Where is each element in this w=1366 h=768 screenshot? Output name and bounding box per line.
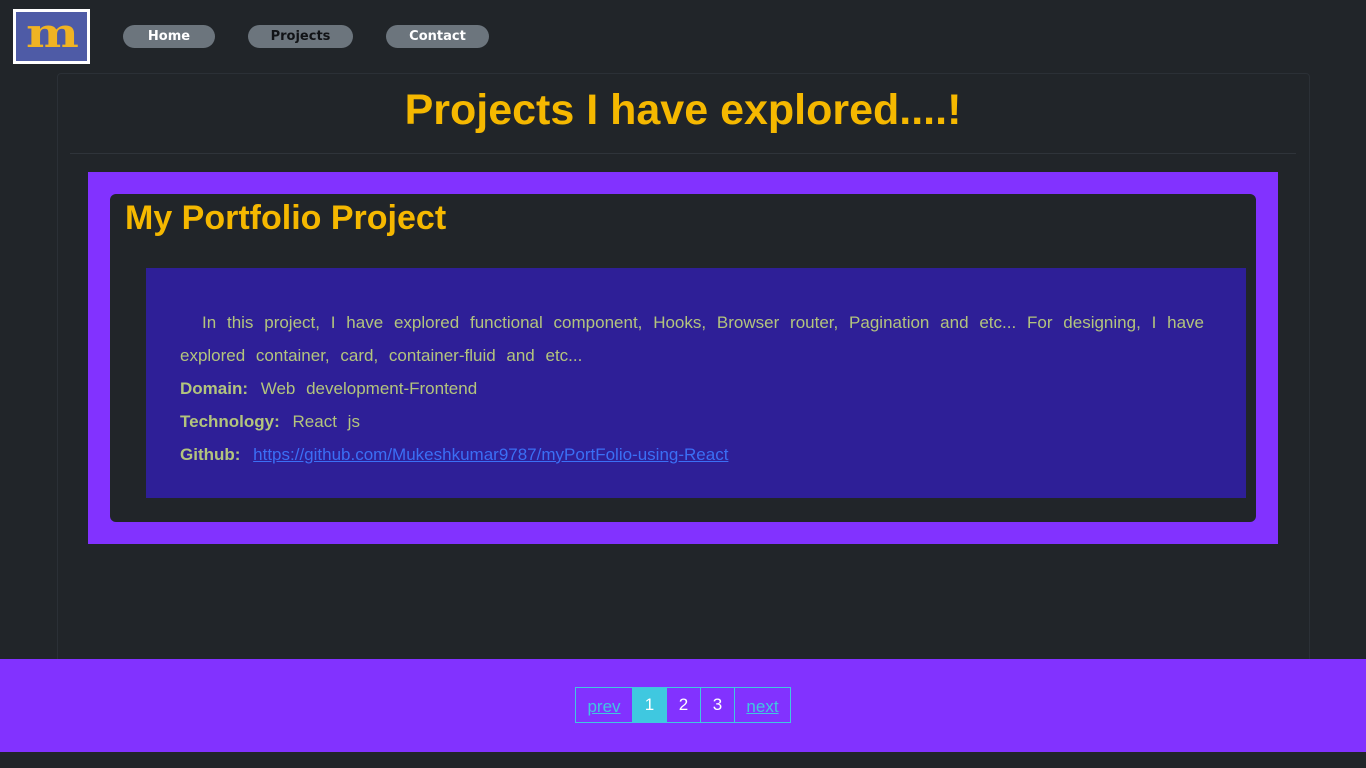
- project-description: In this project, I have explored functio…: [180, 313, 1204, 365]
- domain-label: Domain:: [180, 379, 248, 398]
- pagination-page-2[interactable]: 2: [666, 687, 701, 723]
- title-divider: [70, 153, 1296, 154]
- logo-badge: m: [16, 12, 87, 61]
- pagination-next-link[interactable]: next: [734, 687, 791, 723]
- technology-value: React js: [292, 412, 360, 431]
- pagination-page-1[interactable]: 1: [632, 687, 667, 723]
- logo-letter: m: [26, 9, 79, 57]
- technology-row: Technology: React js: [180, 405, 1204, 438]
- github-link[interactable]: https://github.com/Mukeshkumar9787/myPor…: [253, 445, 728, 464]
- page-title: Projects I have explored....!: [404, 86, 962, 134]
- nav-projects-button[interactable]: Projects: [248, 25, 353, 48]
- nav-home-button[interactable]: Home: [123, 25, 215, 48]
- pagination: prev 1 2 3 next: [575, 687, 791, 723]
- pagination-prev-link[interactable]: prev: [575, 687, 633, 723]
- github-label: Github:: [180, 445, 241, 464]
- domain-value: Web development-Frontend: [260, 379, 478, 398]
- domain-row: Domain: Web development-Frontend: [180, 372, 1204, 405]
- pagination-page-3[interactable]: 3: [700, 687, 735, 723]
- technology-label: Technology:: [180, 412, 280, 431]
- project-title: My Portfolio Project: [125, 199, 447, 237]
- github-row: Github: https://github.com/Mukeshkumar97…: [180, 438, 1204, 471]
- nav-contact-button[interactable]: Contact: [386, 25, 489, 48]
- logo[interactable]: m: [13, 9, 90, 64]
- project-details: In this project, I have explored functio…: [146, 268, 1246, 498]
- header: m Home Projects Contact: [0, 0, 1366, 72]
